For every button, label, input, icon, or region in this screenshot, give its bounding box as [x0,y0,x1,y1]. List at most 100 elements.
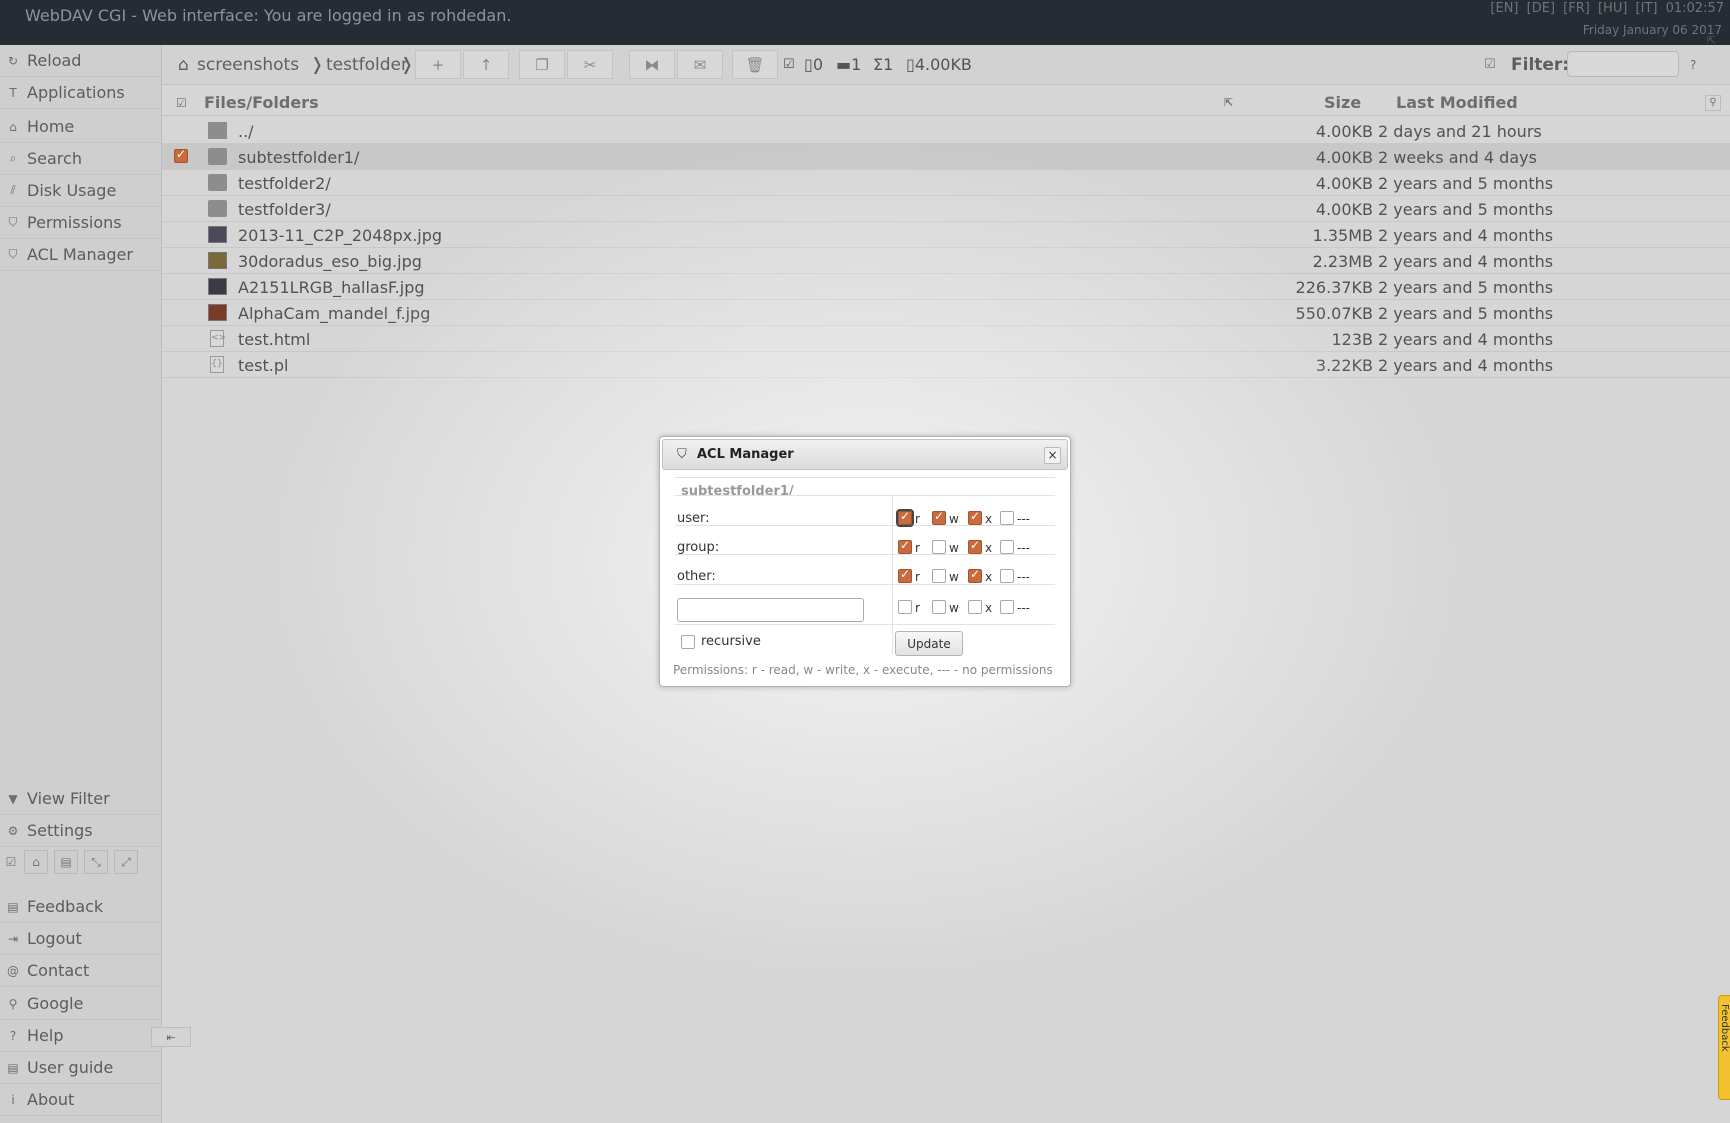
row-checkbox[interactable] [174,305,188,319]
row-checkbox[interactable] [174,279,188,293]
perm-w-option[interactable]: w [932,569,959,583]
row-checkbox[interactable] [174,253,188,267]
row-checkbox[interactable] [174,123,188,137]
feedback-tab[interactable]: Feedback [1718,995,1730,1100]
perm-none-option[interactable]: --- [1000,600,1030,614]
filter-help-icon[interactable]: ? [1690,58,1696,72]
row-checkbox[interactable] [174,147,188,163]
perm-x-option[interactable]: x [968,538,992,554]
file-name-link[interactable]: AlphaCam_mandel_f.jpg [238,304,430,323]
home-icon[interactable]: ⌂ [178,55,189,75]
perm-none-option[interactable]: --- [1000,540,1030,554]
mail-button[interactable]: ✉ [677,50,723,79]
sidebar-item-contact[interactable]: @ Contact [0,955,161,987]
sidebar-item-google[interactable]: ⚲ Google [0,988,161,1020]
perm-none-option[interactable]: --- [1000,511,1030,525]
lang-it-link[interactable]: [IT] [1636,1,1658,16]
perm-r-checkbox[interactable] [898,567,912,583]
column-last-modified[interactable]: Last Modified [1396,93,1518,112]
column-files-folders[interactable]: Files/Folders [204,93,319,112]
file-name-link[interactable]: 2013-11_C2P_2048px.jpg [238,226,442,245]
cut-button[interactable]: ✂ [567,50,613,79]
row-checkbox[interactable] [174,227,188,241]
perm-x-checkbox[interactable] [968,509,982,525]
table-row[interactable]: ../ 4.00KB 2 days and 21 hours [162,118,1730,144]
select-all-checkbox[interactable]: ☑ [176,96,187,110]
perm-w-checkbox[interactable] [932,600,946,614]
sidebar-item-about[interactable]: i About [0,1084,161,1116]
table-row[interactable]: subtestfolder1/4.00KB 2 weeks and 4 days [162,144,1730,170]
file-name-link[interactable]: ../ [238,122,254,141]
rename-button[interactable]: ⧓ [629,50,675,79]
delete-button[interactable]: 🗑 [732,50,778,79]
perm-r-checkbox[interactable] [898,600,912,614]
sidebar-item-disk-usage[interactable]: ⫽ Disk Usage [0,175,161,207]
sidebar-item-logout[interactable]: ⇥ Logout [0,923,161,955]
table-row[interactable]: A2151LRGB_hallasF.jpg 226.37KB 2 years and… [162,274,1730,300]
home-tool-icon[interactable]: ⌂ [24,850,48,874]
lang-en-link[interactable]: [EN] [1490,1,1518,16]
perm-r-checkbox[interactable] [898,538,912,554]
table-row[interactable]: {} test.pl 3.22KB 2 years and 4 months [162,352,1730,378]
select-all-icon[interactable]: ☑ [4,850,18,874]
perm-x-checkbox[interactable] [968,538,982,554]
perm-w-option[interactable]: w [932,540,959,554]
table-settings-icon[interactable]: ⚲ [1705,95,1721,111]
sidebar-item-acl-manager[interactable]: ⛉ ACL Manager [0,239,161,271]
sidebar-item-search[interactable]: ⌕ Search [0,143,161,175]
perm-x-checkbox[interactable] [968,567,982,583]
perm-r-option[interactable]: r [898,600,920,614]
table-row[interactable]: testfolder2/4.00KB 2 years and 5 months [162,170,1730,196]
file-name-link[interactable]: test.pl [238,356,288,375]
sidebar-item-settings[interactable]: ⚙ Settings [0,815,161,847]
table-row[interactable]: <> test.html 123B 2 years and 4 months [162,326,1730,352]
sidebar-item-user-guide[interactable]: ▤ User guide [0,1052,161,1084]
filter-input[interactable] [1567,51,1679,77]
column-size[interactable]: Size [1324,93,1361,112]
document-icon[interactable]: ▤ [54,850,78,874]
sidebar-item-home[interactable]: ⌂ Home [0,111,161,143]
row-checkbox[interactable] [174,175,188,189]
copy-button[interactable]: ❐ [519,50,565,79]
perm-x-checkbox[interactable] [968,600,982,614]
table-row[interactable]: AlphaCam_mandel_f.jpg 550.07KB 2 years and… [162,300,1730,326]
close-icon[interactable]: × [1044,447,1061,464]
fullscreen-icon[interactable]: ⤢ [114,850,138,874]
collapse-icon[interactable]: ⤡ [84,850,108,874]
file-name-link[interactable]: testfolder3/ [238,200,331,219]
table-row[interactable]: 2013-11_C2P_2048px.jpg 1.35MB 2 years and … [162,222,1730,248]
sidebar-item-view-filter[interactable]: ▼ View Filter [0,783,161,815]
perm-r-checkbox[interactable] [896,509,914,527]
new-button[interactable]: + [415,50,461,79]
perm-w-option[interactable]: w [932,600,959,614]
perm-none-checkbox[interactable] [1000,511,1014,525]
perm-none-checkbox[interactable] [1000,600,1014,614]
perm-none-checkbox[interactable] [1000,540,1014,554]
dialog-titlebar[interactable]: ⛉ ACL Manager × [662,439,1068,470]
file-name-link[interactable]: A2151LRGB_hallasF.jpg [238,278,425,297]
sidebar-item-reload[interactable]: ↻ Reload [0,45,161,77]
perm-r-option[interactable]: r [898,538,920,554]
recursive-option[interactable]: recursive [681,634,761,649]
lang-fr-link[interactable]: [FR] [1563,1,1590,16]
perm-r-option[interactable]: r [896,509,920,527]
file-name-link[interactable]: 30doradus_eso_big.jpg [238,252,422,271]
sidebar-collapse-button[interactable]: ⇤ [151,1027,191,1047]
perm-x-option[interactable]: x [968,509,992,525]
row-checkbox[interactable] [174,201,188,215]
perm-w-checkbox[interactable] [932,540,946,554]
file-name-link[interactable]: testfolder2/ [238,174,331,193]
perm-w-option[interactable]: w [932,509,959,525]
lang-hu-link[interactable]: [HU] [1598,1,1627,16]
update-button[interactable]: Update [895,631,963,656]
perm-w-checkbox[interactable] [932,569,946,583]
file-name-link[interactable]: subtestfolder1/ [238,148,359,167]
recursive-checkbox[interactable] [681,634,695,649]
filter-toggle-icon[interactable]: ☑ [1484,57,1496,72]
sidebar-item-help[interactable]: ? Help [0,1020,161,1052]
perm-none-option[interactable]: --- [1000,569,1030,583]
perm-none-checkbox[interactable] [1000,569,1014,583]
perm-x-option[interactable]: x [968,600,992,614]
column-resize-icon[interactable]: ⇱ [1224,96,1233,109]
row-checkbox[interactable] [174,357,188,371]
